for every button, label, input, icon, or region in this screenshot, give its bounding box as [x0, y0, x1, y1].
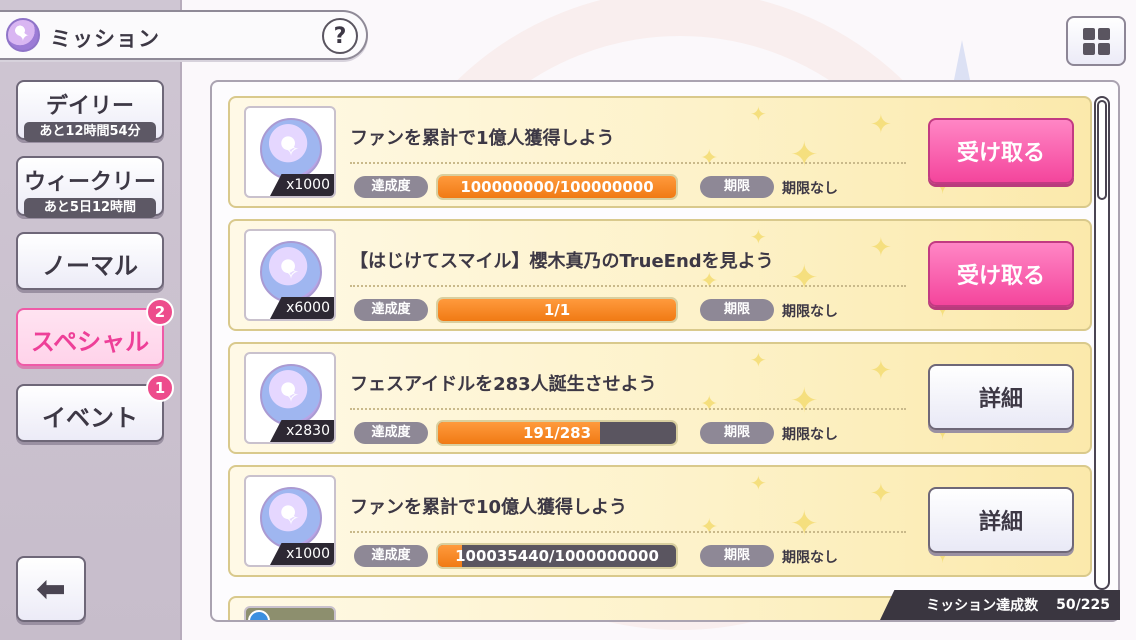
reward-item: ✧ x1000 [244, 106, 336, 198]
sparkle-icon: ✦ [870, 110, 892, 140]
sparkle-icon: ✦ [870, 356, 892, 386]
sparkle-icon: ✦ [870, 233, 892, 263]
mission-title: フェスアイドルを283人誕生させよう [350, 374, 657, 395]
progress-bar: 191/283 [436, 420, 678, 446]
deadline-label: 期限 [700, 299, 774, 321]
sparkle-icon: ✦ [750, 348, 767, 372]
detail-button[interactable]: 詳細 [928, 364, 1074, 430]
sidebar: デイリー あと12時間54分 ウィークリー あと5日12時間 ノーマル スペシャ… [0, 0, 182, 640]
back-button[interactable]: ⬅ [16, 556, 86, 622]
mission-card[interactable]: ✦✦✦✦✦✦ ✧ x6000 【はじけてスマイル】櫻木真乃のTrueEndを見よ… [228, 219, 1092, 331]
tab-special[interactable]: スペシャル 2 [16, 298, 174, 366]
divider [350, 408, 906, 410]
claim-button[interactable]: 受け取る [928, 241, 1074, 307]
deadline-label: 期限 [700, 422, 774, 444]
achievement-label: 達成度 [354, 545, 428, 567]
mission-title: ファンを累計で10億人獲得しよう [350, 497, 628, 518]
divider [350, 162, 906, 164]
sparkle-icon: ✦ [790, 381, 819, 421]
page-title: ミッション [50, 27, 160, 51]
sparkle-icon: ✦ [750, 102, 767, 126]
progress-text: 1/1 [543, 301, 571, 319]
grid-icon [1082, 42, 1095, 55]
tab-event[interactable]: イベント 1 [16, 374, 174, 442]
sparkle-icon: ✦ [870, 479, 892, 509]
deadline-label: 期限 [700, 545, 774, 567]
progress-text: 191/283 [522, 424, 592, 442]
tab-normal-label: ノーマル [42, 252, 138, 280]
scrollbar-thumb[interactable] [1097, 100, 1107, 200]
mission-icon: ✦ [6, 18, 40, 52]
achievement-label: 達成度 [354, 176, 428, 198]
sparkle-icon: ✦ [750, 471, 767, 495]
deadline-value: 期限なし [782, 550, 838, 566]
detail-button[interactable]: 詳細 [928, 487, 1074, 553]
tab-daily-label: デイリー [45, 94, 134, 119]
menu-button[interactable] [1066, 16, 1126, 66]
sparkle-icon: ✦ [700, 269, 719, 294]
sparkle-icon: ✦ [790, 504, 819, 544]
arrow-left-icon: ⬅ [35, 568, 67, 610]
mission-title: 【はじけてスマイル】櫻木真乃のTrueEndを見よう [350, 251, 774, 272]
sparkle-icon: ✦ [700, 515, 719, 540]
progress-bar: 100000000/100000000 [436, 174, 678, 200]
progress-bar: 1/1 [436, 297, 678, 323]
tab-weekly[interactable]: ウィークリー あと5日12時間 [16, 156, 164, 218]
mission-list-panel[interactable]: ✦ ✦ ✦ ✦ ✦ ✦ ✧ x1000 ファンを累計で1億人獲得しよう 達成度 10000… [210, 80, 1120, 622]
completion-label: ミッション達成数 [926, 598, 1039, 614]
gem-icon: ✧ [260, 364, 322, 426]
sparkle-icon: ✦ [790, 135, 819, 175]
tab-daily[interactable]: デイリー あと12時間54分 [16, 80, 164, 142]
partial-reward-thumbnail [244, 606, 336, 620]
notification-badge: 2 [146, 298, 174, 326]
mission-title: ファンを累計で1億人獲得しよう [350, 128, 615, 149]
gem-icon: ✧ [260, 118, 322, 180]
progress-bar: 100035440/1000000000 [436, 543, 678, 569]
sparkle-icon: ✦ [700, 146, 719, 171]
divider [350, 285, 906, 287]
mission-card[interactable]: ✦✦✦✦✦✦ ✧ x1000 ファンを累計で1億人獲得しよう 達成度 10000… [228, 96, 1092, 208]
tab-normal[interactable]: ノーマル [16, 232, 164, 290]
gem-icon: ✧ [260, 241, 322, 303]
completion-count: 50/225 [1056, 597, 1110, 613]
mission-card[interactable]: ✦✦✦✦✦✦ ✧ x2830 フェスアイドルを283人誕生させよう 達成度 19… [228, 342, 1092, 454]
grid-icon [1097, 27, 1110, 40]
grid-icon [1082, 27, 1095, 40]
sparkle-icon: ✦ [700, 392, 719, 417]
help-button[interactable]: ? [322, 18, 358, 54]
mission-card[interactable]: ✦✦✦✦✦✦ ✧ x1000 ファンを累計で10億人獲得しよう 達成度 1000… [228, 465, 1092, 577]
deadline-label: 期限 [700, 176, 774, 198]
title-bar: ✦ ミッション ? [0, 10, 368, 60]
divider [350, 531, 906, 533]
notification-badge: 1 [146, 374, 174, 402]
tab-daily-timer: あと12時間54分 [24, 122, 156, 142]
deadline-value: 期限なし [782, 427, 838, 443]
achievement-label: 達成度 [354, 422, 428, 444]
gem-icon: ✧ [260, 487, 322, 549]
deadline-value: 期限なし [782, 181, 838, 197]
tab-weekly-label: ウィークリー [23, 170, 156, 195]
sparkle-icon: ✦ [790, 258, 819, 298]
reward-item: ✧ x1000 [244, 475, 336, 567]
sparkle-icon: ✦ [750, 225, 767, 249]
level-badge-icon [248, 610, 270, 620]
progress-text: 100000000/100000000 [460, 178, 654, 196]
mission-completion-counter: ミッション達成数 50/225 [880, 590, 1120, 620]
tab-special-label: スペシャル [30, 328, 150, 356]
reward-item: ✧ x2830 [244, 352, 336, 444]
tab-weekly-timer: あと5日12時間 [24, 198, 156, 218]
progress-text: 100035440/1000000000 [455, 547, 659, 565]
achievement-label: 達成度 [354, 299, 428, 321]
tab-event-label: イベント [42, 404, 138, 432]
claim-button[interactable]: 受け取る [928, 118, 1074, 184]
deadline-value: 期限なし [782, 304, 838, 320]
grid-icon [1097, 42, 1110, 55]
reward-item: ✧ x6000 [244, 229, 336, 321]
